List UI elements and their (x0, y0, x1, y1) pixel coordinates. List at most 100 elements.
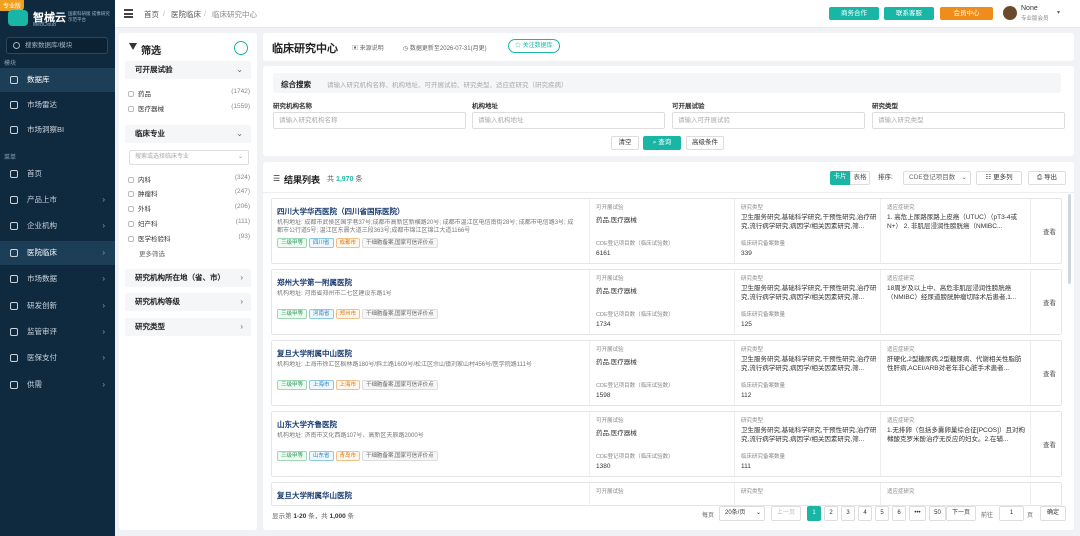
more-filters-link[interactable]: 更多筛选 (139, 248, 165, 258)
address-input[interactable]: 请输入机构地址 (472, 112, 665, 129)
sidebar-search-input[interactable]: 搜索数据库/模块 (6, 37, 108, 54)
user-name[interactable]: None (1021, 5, 1038, 12)
sidebar-item-menu[interactable]: 产品上市 › (0, 188, 115, 212)
query-button[interactable]: ⌕ 查询 (643, 136, 681, 150)
sidebar-item-menu[interactable]: 医保支付 › (0, 346, 115, 370)
sidebar-item-menu[interactable]: 企业机构 › (0, 214, 115, 238)
breadcrumb-hospital[interactable]: 医院临床 (171, 9, 201, 20)
filter-section-type[interactable]: 研究类型 › (125, 318, 251, 336)
avatar[interactable] (1003, 6, 1017, 20)
export-button[interactable]: ⎙ 导出 (1028, 171, 1066, 185)
page-number-button[interactable]: 4 (858, 506, 872, 521)
view-link[interactable]: 查看 (1043, 297, 1056, 307)
filter-section-location[interactable]: 研究机构所在地（省、市） › (125, 269, 251, 287)
page-number-button[interactable]: 3 (841, 506, 855, 521)
checkbox[interactable] (128, 177, 134, 183)
page-number-button[interactable]: 2 (824, 506, 838, 521)
trial-column: 可开展试验 (589, 483, 734, 505)
checkbox[interactable] (128, 236, 134, 242)
filter-option[interactable]: 妇产科 (111) (128, 218, 250, 228)
result-card[interactable]: 四川大学华西医院（四川省国际医院） 机构地址: 成都市武侯区国学巷37号;成都市高… (271, 198, 1062, 264)
sidebar-item-module[interactable]: 市场雷达 (0, 93, 115, 117)
business-cooperation-button[interactable]: 商务合作 (829, 7, 879, 20)
next-page-button[interactable]: 下一页 (946, 506, 976, 521)
checkbox[interactable] (128, 106, 134, 112)
global-search-bar[interactable]: 综合搜索 请输入研究机构名称、机构地址、可开展试验、研究类型、适应症研究（研究疾… (273, 73, 1061, 93)
filter-option-label: 肿瘤科 (138, 191, 158, 198)
institution-name[interactable]: 复旦大学附属中山医院 (277, 348, 352, 359)
filter-section-trial[interactable]: 可开展试验 ⌄ (125, 61, 251, 79)
breadcrumb-home[interactable]: 首页 (144, 9, 159, 20)
list-icon: ☰ (273, 174, 281, 183)
sidebar-item-module[interactable]: 市场洞察BI (0, 118, 115, 142)
filter-option[interactable]: 肿瘤科 (247) (128, 188, 250, 198)
results-title: 结果列表 (284, 175, 321, 185)
filter-section-level[interactable]: 研究机构等级 › (125, 293, 251, 311)
page-number-button[interactable]: 50 (929, 506, 946, 521)
filter-section-specialty[interactable]: 临床专业 ⌄ (125, 125, 251, 143)
scrollbar[interactable] (1068, 194, 1071, 284)
filter-option[interactable]: 内科 (324) (128, 174, 250, 184)
result-card[interactable]: 复旦大学附属中山医院 机构地址: 上海市徐汇区枫林路180号/斜土路1609号/松… (271, 340, 1062, 406)
trial-input[interactable]: 请输入可开展试验 (672, 112, 865, 129)
member-center-button[interactable]: 会员中心 (940, 7, 993, 20)
result-card[interactable]: 复旦大学附属华山医院 可开展试验 研究类型 适应症研究 (271, 482, 1062, 506)
sort-select[interactable]: CDE登记项目数 ⌄ (903, 171, 971, 185)
view-link[interactable]: 查看 (1043, 226, 1056, 236)
query-label: 查询 (658, 139, 672, 146)
page-number-button[interactable]: 5 (875, 506, 889, 521)
page-number-button[interactable]: 1 (807, 506, 821, 521)
view-card-toggle[interactable]: 卡片 (830, 171, 850, 185)
checkbox[interactable] (128, 221, 134, 227)
filter-option[interactable]: 外科 (206) (128, 203, 250, 213)
trial-column: 可开展试验 药品,医疗器械 CDE登记项目数（临床试验数） 1598 (589, 341, 734, 405)
institution-tag: 干细胞备案,国家可信评价点 (362, 451, 438, 461)
research-type-input[interactable]: 请输入研究类型 (872, 112, 1065, 129)
filter-collapse-button[interactable] (234, 41, 248, 55)
checkbox[interactable] (128, 206, 134, 212)
source-info-link[interactable]: ▣ 来源说明 (352, 43, 384, 52)
chevron-right-icon: › (240, 273, 243, 282)
clear-button[interactable]: 清空 (611, 136, 639, 150)
per-page-select[interactable]: 20条/页 ⌄ (719, 506, 765, 521)
sidebar-item-menu[interactable]: 首页 (0, 162, 115, 186)
specialty-search-input[interactable]: 搜索或选择临床专业 ⌄ (129, 150, 249, 165)
goto-page-input[interactable]: 1 (999, 506, 1024, 521)
more-columns-button[interactable]: ☷ 更多列 (976, 171, 1022, 185)
filter-option[interactable]: 医学检验科 (93) (128, 233, 250, 243)
global-search-input[interactable]: 请输入研究机构名称、机构地址、可开展试验、研究类型、适应症研究（研究疾病） (327, 79, 568, 89)
sidebar-item-menu[interactable]: 研发创新 › (0, 294, 115, 318)
view-link[interactable]: 查看 (1043, 368, 1056, 378)
chevron-down-icon[interactable]: ▾ (1057, 9, 1060, 16)
institution-name[interactable]: 山东大学齐鲁医院 (277, 419, 337, 430)
filter-option[interactable]: 医疗器械 (1559) (128, 103, 250, 113)
menu-toggle-icon[interactable] (124, 9, 133, 18)
result-card[interactable]: 郑州大学第一附属医院 机构地址: 河南省郑州市二七区建设东路1号 三级甲等 河南省 郑州… (271, 269, 1062, 335)
sidebar-item-menu[interactable]: 医院临床 › (0, 241, 115, 265)
institution-name-input[interactable]: 请输入研究机构名称 (273, 112, 466, 129)
advanced-button[interactable]: 高级条件 (686, 136, 724, 150)
prev-page-button[interactable]: 上一页 (771, 506, 801, 521)
follow-database-button[interactable]: ☆ 关注数据库 (508, 39, 560, 53)
result-card[interactable]: 山东大学齐鲁医院 机构地址: 济南市文化西路107号、高新区天辰路2000号 三级甲… (271, 411, 1062, 477)
page-number-button[interactable]: ••• (909, 506, 926, 521)
field-label-address: 机构地址 (472, 103, 498, 110)
sidebar-item-module[interactable]: 数据库 (0, 68, 115, 92)
page-number-button[interactable]: 6 (892, 506, 906, 521)
confirm-button[interactable]: 确定 (1040, 506, 1066, 521)
checkbox[interactable] (128, 91, 134, 97)
institution-name[interactable]: 四川大学华西医院（四川省国际医院） (277, 206, 405, 217)
view-link[interactable]: 查看 (1043, 439, 1056, 449)
sidebar-item-menu[interactable]: 供需 › (0, 373, 115, 397)
proj-value: 112 (741, 392, 752, 399)
logo[interactable]: 专业版 智械云 MedCloud 国家科研版 成像研究示范平台 (0, 0, 115, 32)
sidebar-item-menu[interactable]: 监管审评 › (0, 320, 115, 344)
institution-name[interactable]: 郑州大学第一附属医院 (277, 277, 352, 288)
view-table-toggle[interactable]: 表格 (850, 171, 870, 185)
follow-label: 关注数据库 (522, 43, 553, 49)
contact-support-button[interactable]: 联系客服 (884, 7, 934, 20)
filter-option[interactable]: 药品 (1742) (128, 88, 250, 98)
checkbox[interactable] (128, 191, 134, 197)
sidebar-item-menu[interactable]: 市场数据 › (0, 267, 115, 291)
institution-name[interactable]: 复旦大学附属华山医院 (277, 490, 352, 501)
